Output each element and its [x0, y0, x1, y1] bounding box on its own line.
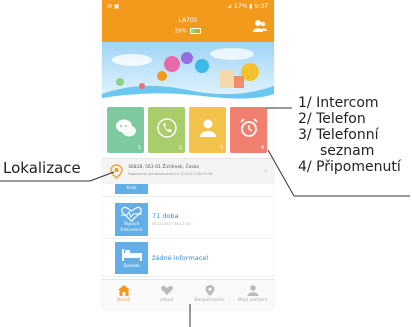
annotation-item: 2/ Telefon: [298, 111, 366, 127]
annotation-item: seznam: [320, 143, 375, 159]
annotation-list: 1/ Intercom 2/ Telefon 3/ Telefonní sezn…: [298, 95, 401, 175]
annotation-item: 1/ Intercom: [298, 95, 379, 111]
annotation-lokalizace: Lokalizace: [3, 159, 81, 177]
annotation-item: 4/ Připomenutí: [298, 159, 401, 175]
annotation-item: 3/ Telefonní: [298, 127, 379, 143]
